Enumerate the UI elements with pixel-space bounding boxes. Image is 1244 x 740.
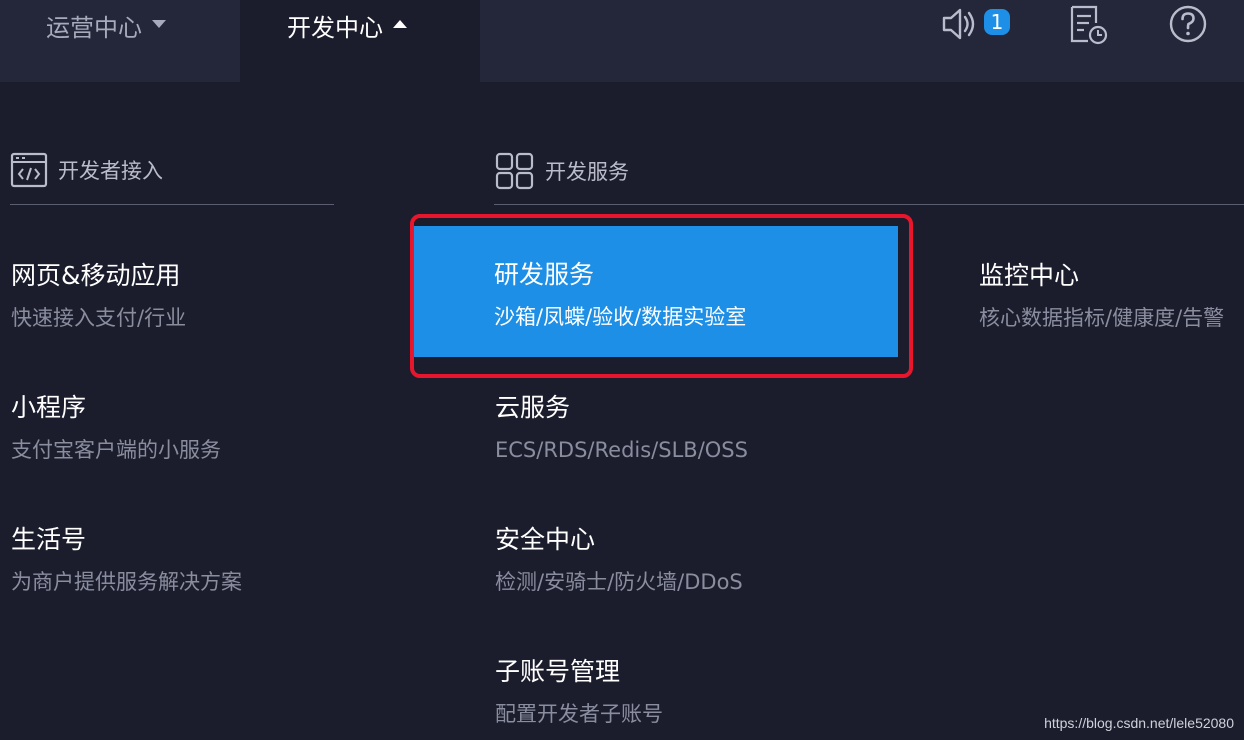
nav-operations-center[interactable]: 运营中心 bbox=[0, 0, 240, 82]
menu-item-title: 子账号管理 bbox=[495, 657, 621, 686]
code-window-icon bbox=[10, 152, 48, 188]
section-developer-access-title: 开发者接入 bbox=[58, 159, 163, 183]
menu-item-web-mobile[interactable]: 网页&移动应用 快速接入支付/行业 bbox=[11, 260, 186, 331]
caret-down-icon bbox=[152, 20, 166, 28]
speaker-icon[interactable] bbox=[940, 4, 980, 44]
menu-item-desc: 快速接入支付/行业 bbox=[11, 306, 187, 330]
section-developer-access: 开发者接入 bbox=[10, 152, 163, 188]
menu-item-lifestyle[interactable]: 生活号 为商户提供服务解决方案 bbox=[11, 524, 242, 595]
menu-item-desc: 检测/安骑士/防火墙/DDoS bbox=[495, 570, 743, 594]
menu-item-desc: 配置开发者子账号 bbox=[495, 702, 663, 726]
menu-item-cloud-services[interactable]: 云服务 ECS/RDS/Redis/SLB/OSS bbox=[495, 392, 748, 463]
menu-item-desc: 为商户提供服务解决方案 bbox=[11, 570, 242, 594]
section-developer-services: 开发服务 bbox=[495, 152, 629, 190]
grid-icon bbox=[495, 152, 534, 190]
section-developer-services-title: 开发服务 bbox=[545, 160, 629, 184]
top-nav-bar: 运营中心 开发中心 1 bbox=[0, 0, 1244, 82]
section-divider bbox=[10, 204, 334, 205]
menu-item-security-center[interactable]: 安全中心 检测/安骑士/防火墙/DDoS bbox=[495, 524, 743, 595]
menu-item-desc: 沙箱/凤蝶/验收/数据实验室 bbox=[494, 305, 747, 329]
menu-item-subaccount[interactable]: 子账号管理 配置开发者子账号 bbox=[495, 656, 663, 727]
menu-item-title: 网页&移动应用 bbox=[11, 261, 181, 290]
nav-developer-label: 开发中心 bbox=[287, 14, 383, 42]
menu-item-desc: ECS/RDS/Redis/SLB/OSS bbox=[495, 438, 748, 462]
menu-item-desc: 核心数据指标/健康度/告警 bbox=[979, 306, 1225, 330]
document-clock-icon[interactable] bbox=[1068, 4, 1110, 46]
notification-badge: 1 bbox=[984, 9, 1010, 35]
nav-developer-center[interactable]: 开发中心 bbox=[240, 0, 480, 82]
help-icon[interactable] bbox=[1168, 4, 1208, 44]
top-bar-tools bbox=[480, 0, 1244, 82]
caret-up-icon bbox=[393, 20, 407, 28]
menu-item-title: 监控中心 bbox=[979, 261, 1080, 290]
menu-item-title: 云服务 bbox=[495, 393, 571, 422]
nav-operations-label: 运营中心 bbox=[46, 14, 142, 42]
menu-item-title: 安全中心 bbox=[495, 525, 596, 554]
menu-item-desc: 支付宝客户端的小服务 bbox=[11, 438, 221, 462]
section-divider bbox=[494, 204, 1244, 205]
menu-item-monitoring-center[interactable]: 监控中心 核心数据指标/健康度/告警 bbox=[979, 260, 1244, 331]
menu-item-title: 生活号 bbox=[11, 525, 87, 554]
menu-item-title: 小程序 bbox=[11, 393, 87, 422]
menu-item-title: 研发服务 bbox=[494, 260, 595, 289]
menu-item-rd-services[interactable]: 研发服务 沙箱/凤蝶/验收/数据实验室 bbox=[414, 226, 898, 357]
menu-item-mini-program[interactable]: 小程序 支付宝客户端的小服务 bbox=[11, 392, 221, 463]
watermark: https://blog.csdn.net/lele52080 bbox=[1044, 715, 1234, 731]
